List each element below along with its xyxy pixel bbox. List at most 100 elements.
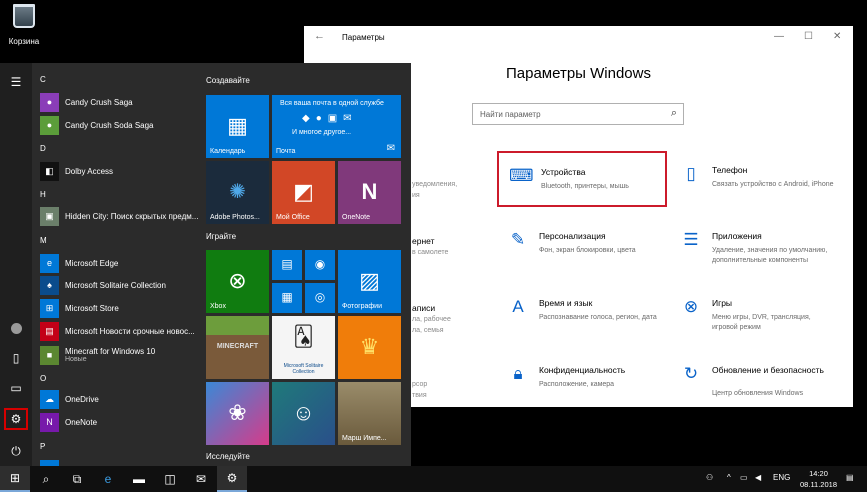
- tile-office[interactable]: ◩ Мой Office: [272, 161, 335, 224]
- candy-soda-icon: ●: [40, 115, 59, 135]
- game-character-icon: ☺: [292, 400, 315, 425]
- letter-header-h[interactable]: H: [40, 190, 46, 199]
- clock-time: 14:20: [809, 469, 828, 478]
- partial-text: в самолете: [412, 249, 449, 256]
- recycle-bin-label: Корзина: [8, 37, 40, 46]
- pictures-icon[interactable]: ▭: [4, 377, 28, 399]
- list-item-dolby[interactable]: ◧ Dolby Access: [40, 161, 198, 181]
- notification-icon[interactable]: ▤: [846, 473, 854, 482]
- xbox-icon: ⊗: [228, 268, 247, 293]
- tile-calendar[interactable]: ▦ Календарь: [206, 95, 269, 158]
- back-arrow-icon[interactable]: ←: [314, 30, 325, 42]
- category-time-language[interactable]: A Время и язык Распознавание голоса, рег…: [497, 284, 667, 340]
- store-bag-icon[interactable]: ◫: [155, 466, 185, 492]
- documents-icon[interactable]: ▯: [4, 347, 28, 369]
- letter-header-p[interactable]: P: [40, 442, 45, 451]
- list-item-edge[interactable]: e Microsoft Edge: [40, 253, 198, 273]
- tile-onenote[interactable]: N OneNote: [338, 161, 401, 224]
- phone-icon: ▯: [686, 164, 696, 183]
- language-indicator[interactable]: ENG: [773, 473, 790, 482]
- list-item-onenote[interactable]: N OneNote: [40, 412, 198, 432]
- tile-king-game[interactable]: ♛: [338, 316, 401, 379]
- category-gaming[interactable]: ⊗ Игры Меню игры, DVR, трансляция, игров…: [670, 284, 840, 340]
- list-item-solitaire[interactable]: ♠ Microsoft Solitaire Collection: [40, 275, 198, 295]
- power-icon[interactable]: ⏻: [4, 440, 28, 462]
- desktop-icon-recycle-bin[interactable]: Корзина: [6, 4, 42, 46]
- tile-movies[interactable]: ▤: [272, 250, 302, 280]
- volume-icon[interactable]: ◀: [755, 473, 761, 482]
- avatar: [10, 322, 22, 334]
- calculator-icon: ▦: [281, 290, 293, 304]
- mail-taskbar-icon[interactable]: ✉: [186, 466, 216, 492]
- minimize-icon[interactable]: —: [774, 31, 784, 42]
- lock-icon: 🔒︎: [513, 364, 523, 383]
- photos-icon: ▨: [359, 268, 380, 293]
- category-apps[interactable]: ☰ Приложения Удаление, значения по умолч…: [670, 217, 840, 273]
- task-view-icon[interactable]: ⧉: [62, 466, 92, 492]
- list-item-minecraft[interactable]: ■ Minecraft for Windows 10 Новые: [40, 342, 198, 368]
- group-title-play[interactable]: Играйте: [206, 232, 236, 241]
- tile-solitaire[interactable]: 🂡 Microsoft Solitaire Collection: [272, 316, 335, 379]
- list-item-news[interactable]: ▤ Microsoft Новости срочные новос...: [40, 321, 198, 341]
- list-item-candy-soda[interactable]: ● Candy Crush Soda Saga: [40, 115, 198, 135]
- close-icon[interactable]: ✕: [833, 31, 841, 42]
- onenote-tile-icon: N: [361, 179, 378, 204]
- chevron-up-icon[interactable]: ^: [727, 473, 731, 482]
- letter-header-m[interactable]: M: [40, 236, 47, 245]
- battery-icon[interactable]: ▭: [740, 473, 748, 482]
- minecraft-label: Minecraft for Windows 10: [65, 347, 156, 356]
- group-title-explore[interactable]: Исследуйте: [206, 452, 250, 461]
- explorer-folder-icon[interactable]: ▬: [124, 466, 154, 492]
- tile-calculator[interactable]: ▦: [272, 283, 302, 313]
- category-devices[interactable]: ⌨ Устройства Bluetooth, принтеры, мышь: [497, 151, 667, 207]
- letter-header-c[interactable]: C: [40, 75, 46, 84]
- settings-taskbar-icon[interactable]: ⚙: [217, 466, 247, 492]
- hidden-city-icon: ▣: [40, 206, 59, 226]
- start-button[interactable]: ⊞: [0, 466, 30, 492]
- partial-title: аписи: [412, 303, 436, 313]
- tile-minecraft[interactable]: MINECRAFT: [206, 316, 269, 379]
- playing-cards-icon: 🂡: [293, 326, 314, 348]
- tile-game-art[interactable]: ☺: [272, 382, 335, 445]
- partial-text: твия: [412, 392, 427, 399]
- hamburger-menu-icon[interactable]: ☰: [4, 71, 28, 93]
- aperture-icon: ✺: [229, 181, 246, 203]
- tile-xbox[interactable]: ⊗ Xbox: [206, 250, 269, 313]
- user-account-button[interactable]: [4, 317, 28, 339]
- list-item-onedrive[interactable]: ☁ OneDrive: [40, 389, 198, 409]
- list-item-store[interactable]: ⊞ Microsoft Store: [40, 298, 198, 318]
- tile-groove[interactable]: ◉: [305, 250, 335, 280]
- partial-text: уведомления,: [412, 181, 458, 188]
- mail-provider-icons: ◆●▣✉: [302, 113, 358, 124]
- people-icon[interactable]: ⚇: [706, 473, 713, 482]
- search-input[interactable]: Найти параметр ⌕: [472, 103, 684, 125]
- candy-icon: ❀: [228, 400, 247, 425]
- tile-camera[interactable]: ◎: [305, 283, 335, 313]
- music-disc-icon: ◉: [314, 257, 326, 271]
- search-placeholder: Найти параметр: [480, 110, 541, 119]
- film-icon: ▤: [281, 257, 293, 271]
- group-title-create[interactable]: Создавайте: [206, 76, 250, 85]
- list-item-partial[interactable]: [40, 459, 198, 466]
- letter-header-d[interactable]: D: [40, 144, 46, 153]
- maximize-icon[interactable]: ☐: [804, 31, 813, 42]
- search-icon[interactable]: ⌕: [31, 466, 61, 492]
- tile-photos[interactable]: ▨ Фотографии: [338, 250, 401, 313]
- letter-header-o[interactable]: O: [40, 374, 46, 383]
- tile-candy-crush[interactable]: ❀: [206, 382, 269, 445]
- list-item-hidden-city[interactable]: ▣ Hidden City: Поиск скрытых предм...: [40, 206, 198, 226]
- list-item-candy-crush[interactable]: ● Candy Crush Saga: [40, 92, 198, 112]
- category-phone[interactable]: ▯ Телефон Связать устройство с Android, …: [670, 151, 840, 207]
- apps-list-icon: ☰: [683, 230, 699, 249]
- category-update-security[interactable]: ↻ Обновление и безопасность Центр обновл…: [670, 351, 840, 407]
- tile-march-empires[interactable]: Марш Импе...: [338, 382, 401, 445]
- partial-text: ия: [412, 192, 420, 199]
- tile-mail[interactable]: Вся ваша почта в одной службе ◆●▣✉ И мно…: [272, 95, 401, 158]
- category-personalization[interactable]: ✎ Персонализация Фон, экран блокировки, …: [497, 217, 667, 273]
- tile-photoshop[interactable]: ✺ Adobe Photos...: [206, 161, 269, 224]
- category-privacy[interactable]: 🔒︎ Конфиденциальность Расположение, каме…: [497, 351, 667, 407]
- edge-taskbar-icon[interactable]: e: [93, 466, 123, 492]
- clock[interactable]: 14:20 08.11.2018: [800, 468, 837, 490]
- settings-gear-icon[interactable]: ⚙: [4, 408, 28, 430]
- webcam-icon: ◎: [314, 290, 326, 304]
